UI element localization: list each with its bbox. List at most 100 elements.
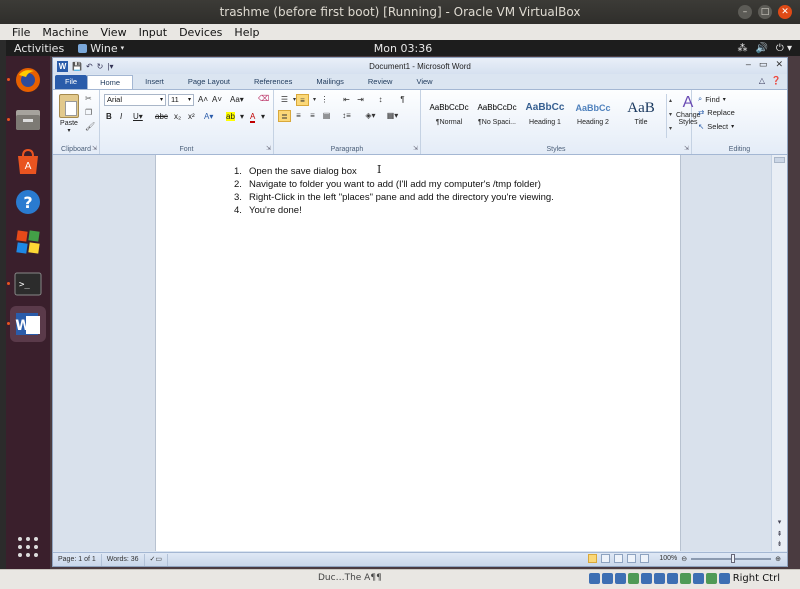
cpu-icon[interactable] [693,573,704,584]
network-icon[interactable] [628,573,639,584]
font-size-select[interactable]: 11 ▾ [168,94,194,106]
shared-folders-icon[interactable] [654,573,665,584]
usb-icon[interactable] [641,573,652,584]
zoom-slider-thumb[interactable] [731,553,736,563]
dialog-launcher-icon[interactable]: ⇲ [413,145,418,152]
tab-file[interactable]: File [55,75,88,89]
font-color-icon[interactable]: A [250,112,256,123]
minimize-icon[interactable]: – [738,5,752,19]
find-button[interactable]: ⌕ Find ▾ [698,94,726,104]
draft-icon[interactable] [640,554,650,563]
list-item[interactable]: 4. You're done! [234,204,554,217]
replace-button[interactable]: ⇄ Replace [698,108,735,117]
dialog-launcher-icon[interactable]: ⇲ [684,145,689,152]
firefox-icon[interactable] [7,62,46,98]
customize-qat-icon[interactable]: |▾ [107,62,113,71]
underline-icon[interactable]: U▾ [133,112,143,121]
style-heading-2[interactable]: AaBbCc Heading 2 [569,94,617,138]
minimize-icon[interactable]: – [746,59,751,70]
undo-icon[interactable]: ↶ [86,62,93,71]
redo-icon[interactable]: ↻ [97,62,104,71]
font-color-dropdown-icon[interactable]: ▾ [261,112,265,121]
web-layout-icon[interactable] [614,554,624,563]
dialog-launcher-icon[interactable]: ⇲ [266,145,271,152]
zoom-in-icon[interactable]: ⊕ [775,555,781,563]
subscript-icon[interactable]: x₂ [174,112,181,121]
justify-icon[interactable]: ▤ [320,110,333,122]
menu-machine[interactable]: Machine [42,26,88,39]
menu-devices[interactable]: Devices [179,26,222,39]
highlight-icon[interactable]: ab [226,112,235,121]
mouse-integration-icon[interactable] [706,573,717,584]
word-logo-icon[interactable]: W [57,60,68,72]
strikethrough-icon[interactable]: abc [155,112,168,121]
align-right-icon[interactable]: ≡ [306,110,319,122]
files-icon[interactable] [7,102,46,138]
print-layout-icon[interactable] [588,554,598,563]
borders-icon[interactable]: ▦▾ [386,110,399,122]
decrease-indent-icon[interactable]: ⇤ [340,94,353,106]
minimize-ribbon-icon[interactable]: △ [759,76,765,85]
close-icon[interactable]: ✕ [778,5,792,19]
tab-mailings[interactable]: Mailings [304,75,356,89]
page-count[interactable]: Page: 1 of 1 [53,553,102,566]
zoom-level[interactable]: 100% [659,555,677,562]
display-icon[interactable] [667,573,678,584]
font-name-select[interactable]: Arial ▾ [104,94,166,106]
grow-font-icon[interactable]: A˄ [198,95,208,104]
clear-formatting-icon[interactable]: ⌫ [258,94,269,103]
vertical-scrollbar[interactable]: ▾ ⇞ ⇟ [771,155,787,551]
optical-drive-icon[interactable] [602,573,613,584]
shading-icon[interactable]: ◈▾ [364,110,377,122]
help-icon[interactable]: ? [10,184,46,220]
cut-icon[interactable]: ✂ [85,94,92,103]
styles-gallery-scroll[interactable]: ▴ ▾ ▾ [666,94,674,138]
superscript-icon[interactable]: x² [188,112,195,121]
align-center-icon[interactable]: ≡ [292,110,305,122]
zoom-slider[interactable] [691,553,772,563]
word-icon[interactable]: W [7,306,46,342]
hard-disk-icon[interactable] [589,573,600,584]
app-menu[interactable]: Wine ▾ [78,42,124,55]
recording-icon[interactable] [680,573,691,584]
menu-help[interactable]: Help [234,26,259,39]
select-button[interactable]: ↖ Select ▾ [698,122,734,131]
list-item[interactable]: 1. Open the save dialog box [234,165,554,178]
list-item[interactable]: 3. Right-Click in the left "places" pane … [234,191,554,204]
highlight-dropdown-icon[interactable]: ▾ [240,112,244,121]
outline-icon[interactable] [627,554,637,563]
style-title[interactable]: AaB Title [617,94,665,138]
tab-review[interactable]: Review [356,75,405,89]
align-left-icon[interactable]: ≣ [278,110,291,122]
style-heading-1[interactable]: AaBbCc Heading 1 [521,94,569,138]
tab-page-layout[interactable]: Page Layout [176,75,242,89]
tab-home[interactable]: Home [87,75,134,89]
line-spacing-icon[interactable]: ↕≡ [340,110,353,122]
show-applications-icon[interactable] [18,537,38,557]
text-effects-icon[interactable]: A▾ [204,112,213,121]
wine-icon[interactable] [10,224,46,260]
audio-icon[interactable] [615,573,626,584]
paste-button[interactable]: Paste ▾ [57,94,81,134]
document-page[interactable]: 1. Open the save dialog box 2. Navigate to… [155,155,681,551]
style-normal[interactable]: AaBbCcDc ¶Normal [425,94,473,138]
show-marks-icon[interactable]: ¶ [396,94,409,106]
dialog-launcher-icon[interactable]: ⇲ [92,145,97,152]
scrollbar-thumb[interactable] [774,157,785,163]
system-tray[interactable]: ⁂ 🔊 ⏻ ▾ [737,43,792,54]
shrink-font-icon[interactable]: A˅ [212,95,222,104]
proofing-icon[interactable]: ✓▭ [145,553,169,566]
help-icon[interactable]: ❓ [771,76,781,85]
bold-icon[interactable]: B [106,112,112,121]
keyboard-icon[interactable] [719,573,730,584]
software-center-icon[interactable]: A [10,144,46,180]
multilevel-list-icon[interactable]: ⋮ [318,94,331,106]
activities-button[interactable]: Activities [6,42,64,55]
tab-insert[interactable]: Insert [133,75,176,89]
close-icon[interactable]: ✕ [775,59,783,70]
restore-icon[interactable]: ▭ [759,59,768,70]
italic-icon[interactable]: I [120,112,122,121]
full-screen-reading-icon[interactable] [601,554,611,563]
zoom-out-icon[interactable]: ⊖ [681,555,687,563]
menu-view[interactable]: View [100,26,126,39]
